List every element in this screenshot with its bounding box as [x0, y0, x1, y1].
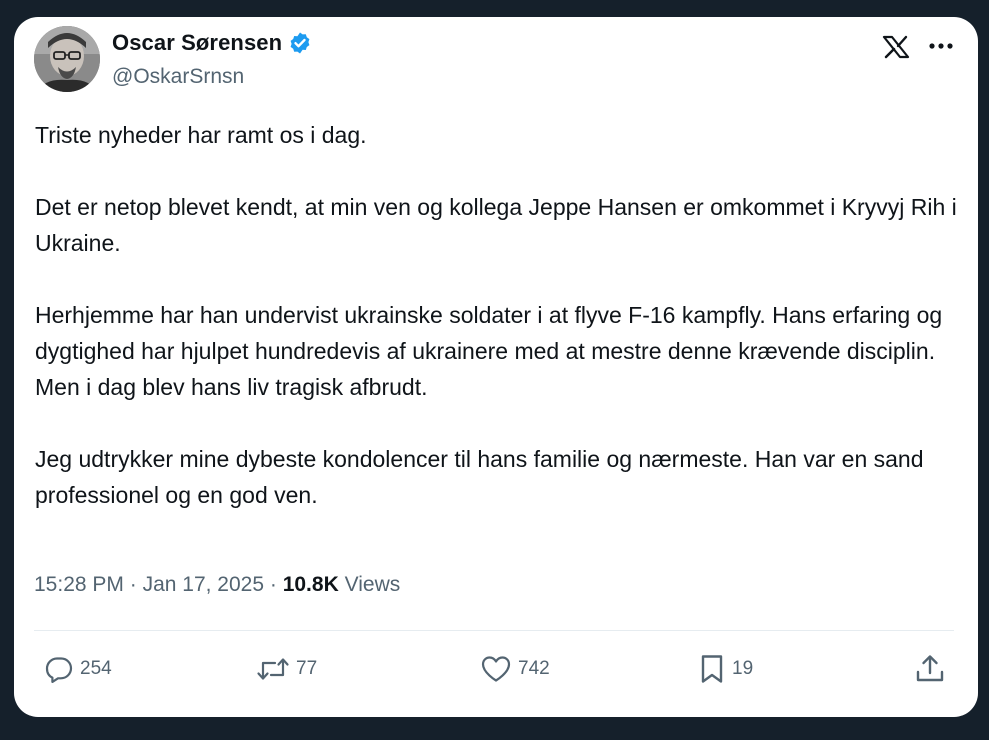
author-name-row: Oscar Sørensen	[112, 30, 312, 56]
tweet-paragraph: Det er netop blevet kendt, at min ven og…	[35, 194, 957, 256]
repost-button[interactable]: 77	[256, 649, 317, 689]
bookmark-button[interactable]: 19	[698, 649, 753, 689]
tweet-meta: 15:28 PM · Jan 17, 2025 · 10.8K Views	[34, 573, 400, 597]
action-bar: 254 77 742 19	[14, 649, 978, 689]
avatar[interactable]	[34, 26, 100, 92]
verified-badge-icon	[290, 32, 310, 54]
author-display-name[interactable]: Oscar Sørensen	[112, 30, 282, 56]
bookmark-count: 19	[732, 658, 754, 679]
like-button[interactable]: 742	[480, 649, 550, 689]
repost-count: 77	[296, 658, 318, 679]
reply-count: 254	[80, 658, 112, 679]
views-label: Views	[344, 573, 401, 596]
tweet-date[interactable]: Jan 17, 2025	[143, 573, 264, 596]
tweet-paragraph: Jeg udtrykker mine dybeste kondolencer t…	[35, 446, 924, 508]
bookmark-icon	[701, 655, 723, 683]
heart-icon	[481, 656, 511, 682]
reply-button[interactable]: 254	[44, 649, 112, 689]
x-logo-icon[interactable]	[882, 34, 910, 60]
share-icon	[916, 655, 944, 682]
tweet-paragraph: Triste nyheder har ramt os i dag.	[35, 122, 367, 148]
tweet-card: Oscar Sørensen @OskarSrnsn Triste nyhede…	[14, 17, 978, 717]
meta-separator: ·	[129, 573, 137, 596]
tweet-paragraph: Herhjemme har han undervist ukrainske so…	[35, 302, 943, 400]
tweet-text: Triste nyheder har ramt os i dag. Det er…	[35, 117, 965, 549]
reply-icon	[45, 657, 73, 683]
author-handle[interactable]: @OskarSrnsn	[112, 65, 244, 89]
tweet-time[interactable]: 15:28 PM	[34, 573, 124, 596]
views-count[interactable]: 10.8K	[283, 573, 339, 596]
like-count: 742	[518, 658, 550, 679]
divider	[34, 630, 954, 631]
more-horizontal-icon[interactable]	[926, 37, 956, 55]
meta-separator: ·	[269, 573, 277, 596]
repost-icon	[257, 658, 289, 680]
avatar-photo	[34, 26, 100, 92]
share-button[interactable]	[914, 649, 946, 689]
